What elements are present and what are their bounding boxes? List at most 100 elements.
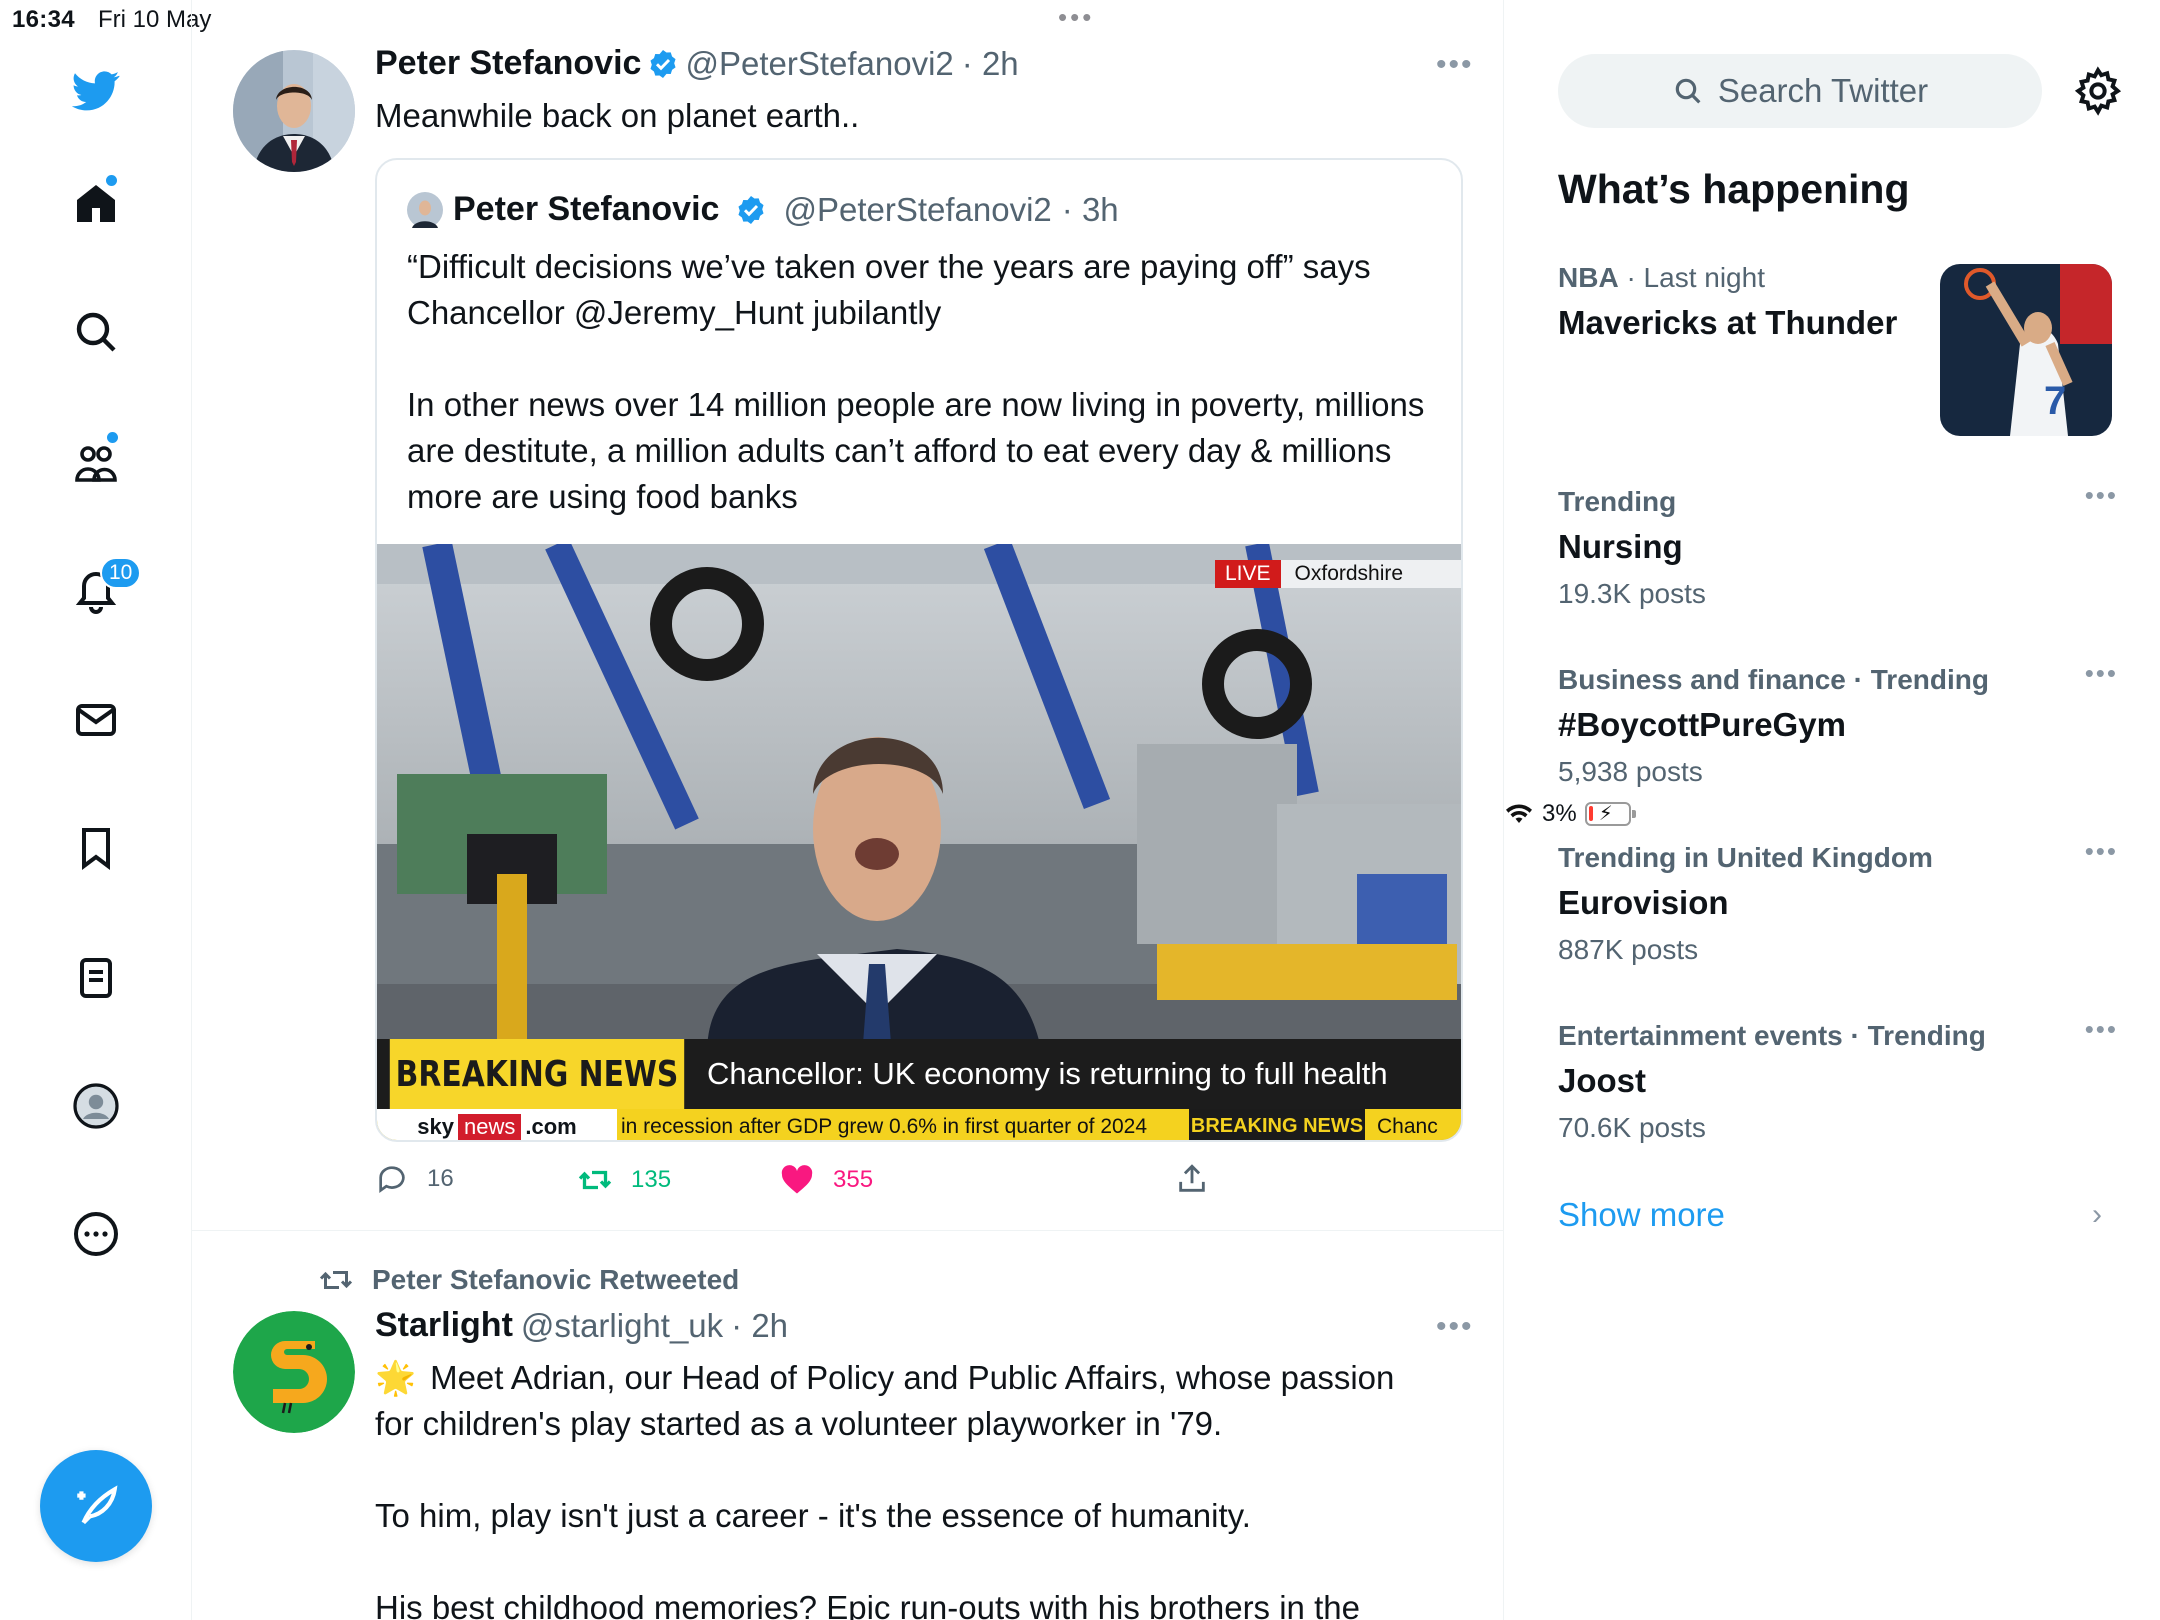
author-handle[interactable]: @PeterStefanovi2 <box>685 45 953 83</box>
tweet-more-icon[interactable]: ••• <box>1436 1310 1474 1344</box>
timeline: Peter Stefanovic @PeterStefanovi2 · 2h •… <box>192 0 1504 1620</box>
trend-count: 5,938 posts <box>1558 756 1703 787</box>
retweeted-by: Peter Stefanovic Retweeted <box>318 1262 739 1298</box>
compose-feather-icon <box>77 1485 118 1525</box>
compose-tweet-button[interactable] <box>40 1450 152 1562</box>
trend-item[interactable]: Business and finance · Trending #Boycott… <box>1558 658 2118 788</box>
retweet-button[interactable]: 135 <box>577 1162 671 1198</box>
profile-avatar-icon[interactable] <box>70 1080 122 1132</box>
lists-icon[interactable] <box>70 952 122 1004</box>
verified-badge-icon <box>738 195 764 224</box>
tweet-paragraph-3: His best childhood memories? Epic run-ou… <box>375 1589 1360 1620</box>
ticker-text: in recession after GDP grew 0.6% in firs… <box>621 1114 1148 1138</box>
tweet-line-2: for children's play started as a volunte… <box>375 1405 1223 1442</box>
ticker-tag: BREAKING NEWS <box>1189 1109 1365 1140</box>
retweet-count: 135 <box>631 1166 672 1193</box>
like-count: 355 <box>833 1166 874 1193</box>
star-emoji-icon: 🌟 <box>375 1359 417 1396</box>
trend-more-icon[interactable]: ••• <box>2085 836 2118 867</box>
retweet-icon <box>578 1170 612 1190</box>
trend-item[interactable]: Trending in United Kingdom Eurovision 88… <box>1558 836 2118 966</box>
tweet-more-icon[interactable]: ••• <box>1436 48 1474 82</box>
explore-search-icon[interactable] <box>70 306 122 358</box>
tweet-text: 🌟 Meet Adrian, our Head of Policy and Pub… <box>375 1355 1475 1620</box>
reply-count: 16 <box>427 1165 454 1192</box>
tweet-actions: 16 135 355 <box>375 1162 1375 1202</box>
notifications-badge: 10 <box>100 557 142 589</box>
featured-event-image[interactable]: 7 <box>1940 264 2112 436</box>
tweet-text: Meanwhile back on planet earth.. <box>375 97 860 134</box>
trend-meta: Business and finance · Trending <box>1558 664 1989 695</box>
communities-icon[interactable] <box>70 436 122 488</box>
messages-mail-icon[interactable] <box>70 694 122 746</box>
verified-badge-icon <box>650 49 676 78</box>
trend-item[interactable]: Entertainment events · Trending Joost 70… <box>1558 1014 2118 1144</box>
sky-news-logo: sky news .com <box>377 1109 617 1140</box>
heart-icon <box>781 1165 813 1194</box>
trend-item[interactable]: Trending Nursing 19.3K posts ••• <box>1558 480 2118 610</box>
reply-icon <box>379 1166 405 1193</box>
trend-count: 887K posts <box>1558 934 1699 965</box>
trend-meta: Entertainment events · Trending <box>1558 1020 1986 1051</box>
like-button[interactable]: 355 <box>779 1162 873 1198</box>
settings-gear-icon[interactable] <box>2073 66 2123 121</box>
sky-logo-text: sky <box>417 1113 454 1139</box>
quoted-tweet-header: Peter Stefanovic @PeterStefanovi2 · 3h <box>407 190 1119 229</box>
trend-title: Nursing <box>1558 528 1683 565</box>
featured-event[interactable]: NBA · Last night Mavericks at Thunder 7 <box>1558 262 2118 442</box>
show-more-link[interactable]: Show more <box>1558 1196 1725 1234</box>
dotcom-logo-text: .com <box>525 1113 577 1139</box>
retweet-small-icon <box>319 1271 353 1289</box>
news-headline: Chancellor: UK economy is returning to f… <box>707 1056 1388 1091</box>
trend-meta: Trending <box>1558 486 1677 517</box>
trend-title: #BoycottPureGym <box>1558 706 1846 743</box>
trend-more-icon[interactable]: ••• <box>2085 658 2118 689</box>
starlight-avatar[interactable] <box>233 1311 355 1433</box>
tweet-time[interactable]: · 2h <box>731 1307 788 1345</box>
reply-button[interactable]: 16 <box>375 1162 454 1196</box>
share-icon <box>1179 1164 1205 1192</box>
author-name[interactable]: Peter Stefanovic <box>375 44 641 83</box>
featured-meta-time: · Last night <box>1626 262 1765 293</box>
home-icon[interactable] <box>70 178 122 230</box>
communities-unread-dot <box>107 432 118 443</box>
featured-title: Mavericks at Thunder <box>1558 304 1898 341</box>
location-label: Oxfordshire <box>1280 560 1461 588</box>
jersey-number: 7 <box>2044 379 2066 423</box>
trend-meta: Trending in United Kingdom <box>1558 842 1933 873</box>
retweeted-by-label[interactable]: Peter Stefanovic Retweeted <box>372 1264 739 1296</box>
quoted-tweet[interactable]: Peter Stefanovic @PeterStefanovi2 · 3h “… <box>375 158 1463 1142</box>
breaking-news-bar: BREAKING NEWS Chancellor: UK economy is … <box>377 1039 1461 1109</box>
share-button[interactable] <box>1175 1162 1209 1196</box>
trend-count: 70.6K posts <box>1558 1112 1706 1143</box>
author-handle[interactable]: @starlight_uk <box>521 1307 723 1345</box>
trend-title: Eurovision <box>1558 884 1729 921</box>
trend-title: Joost <box>1558 1062 1647 1099</box>
tweet-time[interactable]: · 2h <box>962 45 1019 83</box>
quoted-tweet-text: “Difficult decisions we’ve taken over th… <box>407 248 1425 515</box>
ticker-tail: Chanc <box>1377 1114 1438 1138</box>
right-sidebar: Search Twitter What’s happening NBA · La… <box>1504 0 2160 1620</box>
quoted-tweet-media-image[interactable]: LIVE Oxfordshire BREAKING NEWS Chancello… <box>377 544 1461 1140</box>
quoted-author-handle[interactable]: @PeterStefanovi2 <box>783 191 1051 229</box>
breaking-news-tag: BREAKING NEWS <box>389 1039 685 1109</box>
tweet[interactable]: Peter Stefanovic @PeterStefanovi2 · 2h •… <box>192 0 1504 1230</box>
quoted-author-avatar[interactable] <box>407 191 443 228</box>
author-avatar[interactable] <box>233 50 355 172</box>
trend-count: 19.3K posts <box>1558 578 1706 609</box>
news-ticker: sky news .com in recession after GDP gre… <box>377 1109 1461 1140</box>
tweet[interactable]: Peter Stefanovic Retweeted Starlight @st… <box>192 1231 1504 1620</box>
quoted-author-name[interactable]: Peter Stefanovic <box>453 190 719 229</box>
chevron-right-icon[interactable]: › <box>2092 1198 2102 1232</box>
news-logo-text: news <box>458 1113 522 1140</box>
bookmarks-icon[interactable] <box>70 822 122 874</box>
twitter-logo-icon[interactable] <box>70 64 122 116</box>
trend-more-icon[interactable]: ••• <box>2085 480 2118 511</box>
author-name[interactable]: Starlight <box>375 1306 513 1345</box>
trend-more-icon[interactable]: ••• <box>2085 1014 2118 1045</box>
search-input[interactable]: Search Twitter <box>1558 54 2042 128</box>
quoted-tweet-time[interactable]: · 3h <box>1062 191 1119 229</box>
left-navigation: 10 <box>0 0 192 1620</box>
more-options-icon[interactable] <box>70 1208 122 1260</box>
tweet-header: Peter Stefanovic @PeterStefanovi2 · 2h <box>375 44 1019 83</box>
